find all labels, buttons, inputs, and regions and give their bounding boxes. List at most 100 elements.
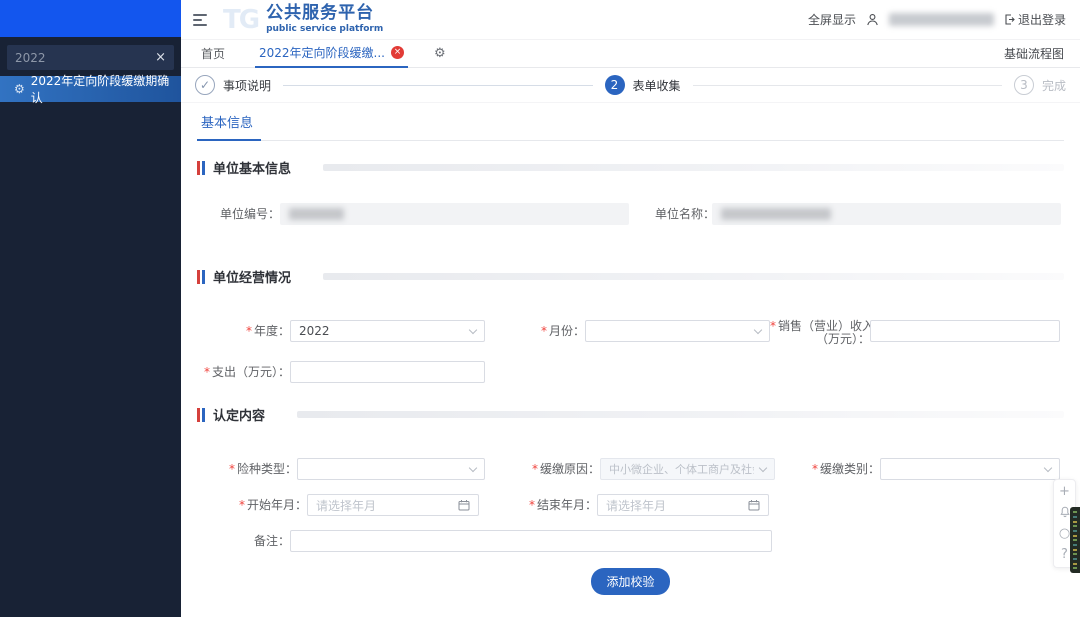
chevron-down-icon <box>469 463 477 471</box>
unit-name-redacted <box>721 208 831 220</box>
form-content: 基本信息 单位基本信息 单位编号： 单位名称： 单位经营情况 *年度： <box>181 103 1080 617</box>
username-redacted <box>889 13 994 26</box>
step-1-label: 事项说明 <box>223 77 271 94</box>
clear-search-icon[interactable]: × <box>149 50 166 65</box>
sidebar-item-label: 2022年定向阶段缓缴期确认 <box>31 72 171 106</box>
calendar-icon <box>748 499 760 511</box>
main-area: TG 公共服务平台 public service platform 全屏显示 退… <box>181 0 1080 617</box>
flowchart-link[interactable]: 基础流程图 <box>1004 45 1064 62</box>
steps-bar: ✓ 事项说明 2 表单收集 3 完成 <box>181 68 1080 103</box>
insurance-type-label: *险种类型： <box>197 458 297 480</box>
step-2-number: 2 <box>605 75 625 95</box>
step-1: ✓ 事项说明 <box>195 75 271 95</box>
section-marker-icon <box>197 270 205 284</box>
collapse-menu-icon[interactable] <box>193 14 209 26</box>
logout-icon <box>1004 14 1015 25</box>
chevron-down-icon <box>754 325 762 333</box>
operation-row-1: *年度： 2022 *月份： *销售（营业）收入 （万元）： <box>197 320 1064 346</box>
step-3-label: 完成 <box>1042 77 1066 94</box>
start-month-label: *开始年月： <box>197 494 307 516</box>
section-operation-header: 单位经营情况 <box>197 267 1064 286</box>
move-icon[interactable]: + <box>1059 485 1070 499</box>
bell-icon[interactable] <box>1059 506 1071 520</box>
logout-button[interactable]: 退出登录 <box>1004 11 1066 28</box>
step-3: 3 完成 <box>1014 75 1066 95</box>
browser-extension-strip <box>1070 507 1080 573</box>
logout-label: 退出登录 <box>1018 11 1066 28</box>
operation-row-2: *支出（万元）： <box>197 361 1064 383</box>
step-2-label: 表单收集 <box>633 77 681 94</box>
sidebar-logo-block <box>0 0 181 37</box>
step-connector <box>283 85 592 86</box>
end-month-picker[interactable]: 请选择年月 <box>597 494 769 516</box>
unit-name-label: 单位名称： <box>655 203 712 225</box>
app-subtitle: public service platform <box>266 25 383 34</box>
step-1-check-icon: ✓ <box>195 75 215 95</box>
user-icon <box>866 13 879 26</box>
form-tabs: 基本信息 <box>197 103 1064 141</box>
section-rule <box>297 411 1064 418</box>
end-month-label: *结束年月： <box>499 494 597 516</box>
section-unit-info-header: 单位基本信息 <box>197 158 1064 177</box>
section-title: 单位经营情况 <box>213 267 291 286</box>
search-input[interactable]: 2022 <box>15 51 149 65</box>
year-label: *年度： <box>197 320 290 342</box>
add-check-button[interactable]: 添加校验 <box>591 568 669 595</box>
step-connector <box>693 85 1002 86</box>
income-input[interactable] <box>870 320 1060 342</box>
remark-input[interactable] <box>290 530 772 552</box>
tab-settings-icon[interactable]: ⚙ <box>434 46 446 61</box>
month-label: *月份： <box>505 320 585 342</box>
calendar-icon <box>458 499 470 511</box>
expense-input[interactable] <box>290 361 485 383</box>
section-content-header: 认定内容 <box>197 405 1064 424</box>
content-row-1: *险种类型： *缓缴原因： 中小微企业、个体工商户及社会组织缓缴 *缓缴类别： <box>197 458 1064 480</box>
defer-category-label: *缓缴类别： <box>795 458 880 480</box>
unit-code-label: 单位编号： <box>197 203 280 225</box>
contact-icon[interactable]: ○ <box>1059 527 1070 541</box>
section-title: 认定内容 <box>213 405 265 424</box>
tab-bar: 首页 2022年定向阶段缓缴... × ⚙ 基础流程图 <box>181 40 1080 68</box>
unit-code-redacted <box>289 208 344 220</box>
help-icon[interactable]: ? <box>1061 548 1068 562</box>
brand: 公共服务平台 public service platform <box>266 5 383 34</box>
defer-reason-label: *缓缴原因： <box>505 458 600 480</box>
sidebar-item-2022-defer-confirm[interactable]: ⚙ 2022年定向阶段缓缴期确认 <box>0 76 181 102</box>
brand-logo: TG <box>223 5 258 35</box>
section-marker-icon <box>197 408 205 422</box>
year-value: 2022 <box>299 324 464 338</box>
month-select[interactable] <box>585 320 770 342</box>
chevron-down-icon <box>1044 463 1052 471</box>
fullscreen-button[interactable]: 全屏显示 <box>808 11 856 28</box>
close-tab-icon[interactable]: × <box>391 46 404 59</box>
tab-active-defer[interactable]: 2022年定向阶段缓缴... × <box>255 40 408 68</box>
tab-home[interactable]: 首页 <box>197 40 229 68</box>
sidebar: 2022 × ⚙ 2022年定向阶段缓缴期确认 <box>0 0 181 617</box>
section-rule <box>323 273 1064 280</box>
app-header: TG 公共服务平台 public service platform 全屏显示 退… <box>181 0 1080 40</box>
chevron-down-icon <box>759 463 767 471</box>
content-row-2: *开始年月： 请选择年月 *结束年月： 请选择年月 <box>197 494 1064 516</box>
defer-reason-select: 中小微企业、个体工商户及社会组织缓缴 <box>600 458 775 480</box>
tab-label: 2022年定向阶段缓缴... <box>259 44 385 61</box>
income-label: *销售（营业）收入 （万元）： <box>770 320 870 346</box>
section-marker-icon <box>197 161 205 175</box>
remark-label: 备注： <box>197 530 290 552</box>
unit-code-field[interactable] <box>280 203 629 225</box>
expense-label: *支出（万元）： <box>197 361 290 383</box>
unit-name-field[interactable] <box>712 203 1061 225</box>
app-title: 公共服务平台 <box>266 5 383 23</box>
sidebar-search[interactable]: 2022 × <box>7 45 174 70</box>
defer-reason-value: 中小微企业、个体工商户及社会组织缓缴 <box>609 461 754 477</box>
remark-row: 备注： <box>197 530 1064 552</box>
gear-icon: ⚙ <box>14 82 25 96</box>
chevron-down-icon <box>469 325 477 333</box>
defer-category-select[interactable] <box>880 458 1060 480</box>
insurance-type-select[interactable] <box>297 458 485 480</box>
start-month-picker[interactable]: 请选择年月 <box>307 494 479 516</box>
step-3-number: 3 <box>1014 75 1034 95</box>
year-select[interactable]: 2022 <box>290 320 485 342</box>
section-title: 单位基本信息 <box>213 158 291 177</box>
unit-info-row: 单位编号： 单位名称： <box>197 203 1064 225</box>
tab-basic-info[interactable]: 基本信息 <box>197 112 261 141</box>
